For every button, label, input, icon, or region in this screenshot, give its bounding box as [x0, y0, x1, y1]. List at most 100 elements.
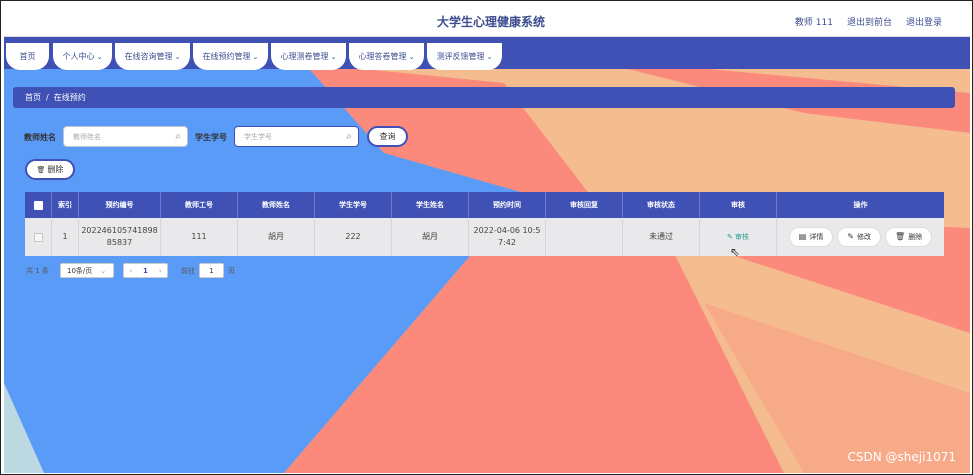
teacher-name-label: 教师姓名: [24, 133, 56, 142]
chevron-down-icon: ⌄: [174, 52, 181, 61]
col-actions: 操作: [853, 201, 868, 209]
nav-label: 心理答卷管理: [358, 52, 407, 61]
row-checkbox[interactable]: [33, 232, 43, 242]
nav-test-mgmt[interactable]: 心理测卷管理 ⌄: [271, 43, 346, 70]
goto-page-input[interactable]: 1: [199, 263, 224, 278]
cell-audit-reply: [546, 218, 623, 256]
cell-index: 1: [52, 218, 79, 256]
query-button[interactable]: 查询: [367, 126, 408, 147]
back-to-frontend-link[interactable]: 退出到前台: [847, 15, 892, 28]
delete-label: 删除: [908, 233, 923, 241]
nav-personal-center[interactable]: 个人中心 ⌄: [53, 43, 112, 70]
page-size-value: 10条/页: [67, 266, 93, 275]
site-title: 大学生心理健康系统: [437, 15, 546, 29]
trash-icon: 🗑: [895, 232, 906, 241]
table-row: 1 202246105741898 85837 111 胡月 222 胡月 20…: [25, 218, 944, 256]
next-page-button[interactable]: ›: [159, 267, 162, 275]
nav-label: 测评反馈管理: [436, 52, 485, 61]
select-all-cell: [25, 192, 52, 218]
pager: ‹ 1 ›: [123, 263, 168, 278]
search-icon: ⌕: [346, 131, 352, 142]
page-size-select[interactable]: 10条/页 ⌄: [60, 263, 114, 278]
bulk-delete-button[interactable]: 🗑 删除: [25, 159, 75, 180]
col-index: 索引: [52, 192, 79, 218]
edit-icon: ✎: [847, 232, 855, 241]
col-audit-status: 审核状态: [623, 192, 700, 218]
col-audit: 审核: [700, 192, 777, 218]
nav-booking-mgmt[interactable]: 在线预约管理 ⌄: [193, 43, 268, 70]
chevron-down-icon: ⌄: [96, 52, 103, 61]
document-icon: ▤: [798, 232, 807, 241]
student-id-label: 学生学号: [195, 133, 227, 142]
audit-link[interactable]: ✎ 审核: [727, 231, 749, 243]
trash-icon: 🗑: [36, 165, 46, 174]
app-window: 大学生心理健康系统 教师 111 退出到前台 退出登录 首页 个人中心 ⌄ 在线…: [0, 0, 973, 475]
chevron-down-icon: ⌄: [330, 52, 337, 61]
edit-icon: ✎: [726, 233, 733, 241]
query-label: 查询: [379, 132, 396, 141]
current-page[interactable]: 1: [143, 267, 148, 275]
chevron-down-icon: ⌄: [408, 52, 415, 61]
student-id-input[interactable]: 学生学号 ⌕: [234, 126, 359, 147]
breadcrumb-home[interactable]: 首页: [25, 92, 41, 103]
detail-label: 详情: [809, 233, 824, 241]
detail-button[interactable]: ▤ 详情: [788, 227, 834, 247]
chevron-down-icon: ⌄: [252, 52, 259, 61]
watermark: CSDN @sheji1071: [847, 450, 956, 464]
cell-teacher-name: 胡月: [238, 218, 315, 256]
col-student-id: 学生学号: [315, 192, 392, 218]
current-user: 教师 111: [794, 18, 833, 28]
row-select-cell: [25, 218, 52, 256]
table-header: 索引 预约编号 教师工号 教师姓名 学生学号 学生姓名 预约时间 审核回复 审核…: [25, 192, 944, 218]
teacher-name-input[interactable]: 教师姓名 ⌕: [63, 126, 188, 147]
goto-page-value: 1: [209, 266, 214, 275]
booking-time-line2: 7:42: [498, 238, 516, 247]
nav-feedback-mgmt[interactable]: 测评反馈管理 ⌄: [427, 43, 502, 70]
cell-teacher-id: 111: [161, 218, 238, 256]
booking-time-line1: 2022-04-06 10:5: [473, 226, 541, 235]
chevron-down-icon: ⌄: [486, 52, 493, 61]
nav-consult-mgmt[interactable]: 在线咨询管理 ⌄: [115, 43, 190, 70]
col-booking-time: 预约时间: [469, 192, 546, 218]
main-nav: 首页 个人中心 ⌄ 在线咨询管理 ⌄ 在线预约管理 ⌄ 心理测卷管理 ⌄ 心理答…: [4, 37, 970, 70]
booking-no-line1: 202246105741898: [81, 226, 158, 235]
top-header: 大学生心理健康系统 教师 111 退出到前台 退出登录: [4, 3, 970, 37]
cell-booking-no: 202246105741898 85837: [79, 218, 161, 256]
cell-student-name: 胡月: [392, 218, 469, 256]
chevron-down-icon: ⌄: [100, 266, 107, 275]
edit-label: 修改: [857, 233, 872, 241]
nav-home[interactable]: 首页: [6, 43, 49, 70]
mouse-cursor-icon: ⇖: [730, 245, 741, 259]
nav-label: 个人中心: [62, 52, 95, 61]
col-student-name: 学生姓名: [392, 192, 469, 218]
delete-button[interactable]: 🗑 删除: [885, 227, 933, 247]
page-unit: 页: [228, 267, 235, 275]
audit-label: 审核: [735, 233, 750, 241]
prev-page-button[interactable]: ‹: [129, 267, 132, 275]
nav-answer-mgmt[interactable]: 心理答卷管理 ⌄: [349, 43, 424, 70]
nav-label: 在线咨询管理: [124, 52, 173, 61]
select-all-checkbox[interactable]: [33, 200, 43, 210]
delete-label: 删除: [47, 165, 64, 174]
total-count: 共 1 条: [26, 267, 49, 275]
logout-link[interactable]: 退出登录: [906, 15, 942, 28]
teacher-name-placeholder: 教师姓名: [73, 132, 101, 141]
student-id-placeholder: 学生学号: [244, 132, 272, 141]
nav-label: 心理测卷管理: [280, 52, 329, 61]
col-teacher-name: 教师姓名: [238, 192, 315, 218]
breadcrumb-separator: /: [46, 93, 49, 102]
nav-label: 在线预约管理: [202, 52, 251, 61]
booking-table: 索引 预约编号 教师工号 教师姓名 学生学号 学生姓名 预约时间 审核回复 审核…: [25, 192, 944, 256]
col-booking-no: 预约编号: [79, 192, 161, 218]
breadcrumb: 首页 / 在线预约: [13, 87, 955, 108]
edit-button[interactable]: ✎ 修改: [837, 227, 882, 247]
cell-booking-time: 2022-04-06 10:5 7:42: [469, 218, 546, 256]
col-teacher-id: 教师工号: [161, 192, 238, 218]
col-audit-reply: 审核回复: [546, 192, 623, 218]
breadcrumb-current: 在线预约: [53, 93, 86, 102]
top-links: 教师 111 退出到前台 退出登录: [795, 15, 942, 28]
cell-actions: ▤ 详情 ✎ 修改 🗑 删除: [777, 218, 944, 256]
goto-label: 前往: [181, 267, 195, 275]
booking-no-line2: 85837: [106, 238, 133, 247]
search-icon: ⌕: [175, 131, 181, 142]
